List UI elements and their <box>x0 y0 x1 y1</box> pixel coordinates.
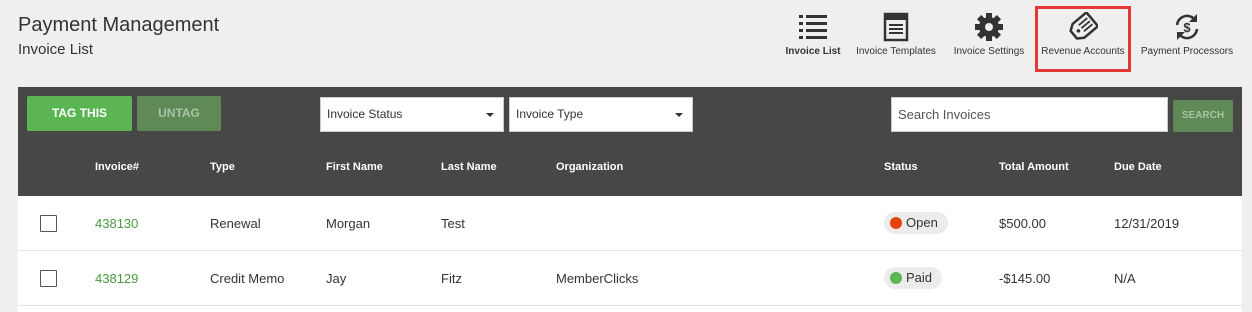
status-paid-icon <box>890 272 902 284</box>
nav-label: Invoice List <box>785 46 841 57</box>
page-title: Payment Management <box>18 14 220 36</box>
chevron-down-icon <box>486 113 494 117</box>
invoice-status-select[interactable]: Invoice Status <box>320 97 504 132</box>
column-header-total-amount[interactable]: Total Amount <box>999 140 1069 196</box>
document-icon <box>883 12 909 42</box>
table-row: 438130 Renewal Morgan Test Open $500.00 … <box>18 196 1242 251</box>
nav-payment-processors[interactable]: $ Payment Processors <box>1138 8 1236 68</box>
due-date: 12/31/2019 <box>1114 216 1180 231</box>
page-subtitle: Invoice List <box>18 41 94 58</box>
first-name: Jay <box>326 271 347 286</box>
first-name: Morgan <box>326 216 371 231</box>
row-checkbox[interactable] <box>40 270 57 287</box>
last-name: Fitz <box>441 271 462 286</box>
table-header: Invoice# Type First Name Last Name Organ… <box>18 140 1242 196</box>
chevron-down-icon <box>675 113 683 117</box>
untag-all-button[interactable]: UNTAG ALL <box>137 96 221 155</box>
organization: MemberClicks <box>556 271 639 286</box>
gear-icon <box>975 13 1003 41</box>
column-header-organization[interactable]: Organization <box>556 140 623 196</box>
status-label: Open <box>906 215 938 230</box>
nav-invoice-settings[interactable]: Invoice Settings <box>950 8 1028 68</box>
table-row <box>18 306 1242 312</box>
list-icon <box>799 15 827 39</box>
dollar-refresh-icon: $ <box>1175 14 1199 40</box>
invoice-type-select[interactable]: Invoice Type <box>509 97 693 132</box>
status-open-icon <box>890 217 902 229</box>
due-date: N/A <box>1114 271 1136 286</box>
nav-invoice-list[interactable]: Invoice List <box>785 8 841 68</box>
invoice-status-value: Invoice Status <box>327 107 403 121</box>
column-header-last-name[interactable]: Last Name <box>441 140 497 196</box>
tag-this-page-button[interactable]: TAG THIS PAGE <box>27 96 132 155</box>
nav-invoice-templates[interactable]: Invoice Templates <box>852 8 940 68</box>
nav-label: Invoice Templates <box>856 46 936 57</box>
column-header-type[interactable]: Type <box>210 140 235 196</box>
total-amount: -$145.00 <box>999 271 1051 286</box>
column-header-status[interactable]: Status <box>884 140 918 196</box>
total-amount: $500.00 <box>999 216 1046 231</box>
status-badge: Paid <box>884 267 943 289</box>
toolbar: TAG THIS PAGE UNTAG ALL Invoice Status I… <box>18 87 1242 155</box>
column-header-invoice[interactable]: Invoice# <box>95 140 139 196</box>
nav-label: Payment Processors <box>1140 46 1234 57</box>
invoice-type: Renewal <box>210 216 261 231</box>
highlight-box <box>1035 6 1131 72</box>
column-header-due-date[interactable]: Due Date <box>1114 140 1162 196</box>
row-checkbox[interactable] <box>40 215 57 232</box>
search-button[interactable]: SEARCH <box>1173 100 1233 132</box>
column-header-first-name[interactable]: First Name <box>326 140 383 196</box>
status-label: Paid <box>906 270 933 285</box>
page-header: Payment Management Invoice List Invoice … <box>0 0 1252 87</box>
status-badge: Open <box>884 212 948 234</box>
svg-text:$: $ <box>1183 20 1191 35</box>
invoice-type-value: Invoice Type <box>516 107 584 121</box>
nav-label: Invoice Settings <box>953 46 1025 57</box>
invoice-number-link[interactable]: 438129 <box>95 251 138 306</box>
invoice-type: Credit Memo <box>210 271 285 286</box>
table-row: 438129 Credit Memo Jay Fitz MemberClicks… <box>18 251 1242 306</box>
search-input[interactable] <box>891 97 1168 132</box>
invoice-number-link[interactable]: 438130 <box>95 196 138 251</box>
last-name: Test <box>441 216 465 231</box>
